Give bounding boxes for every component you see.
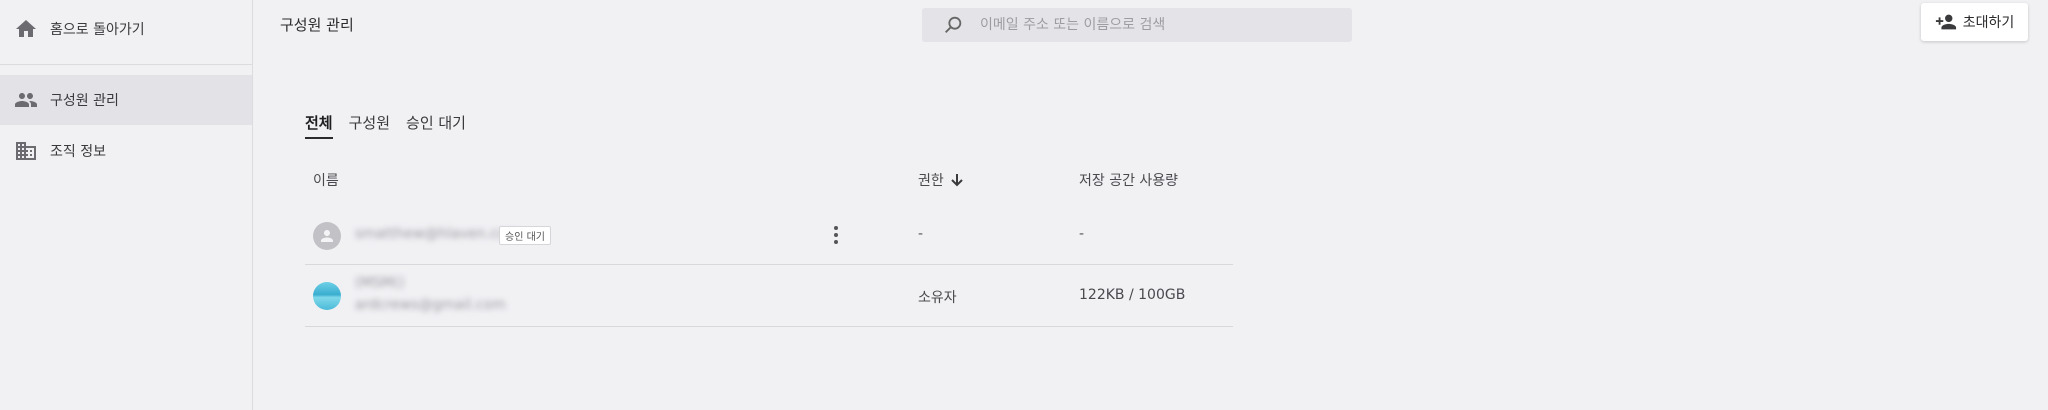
column-header-name: 이름 xyxy=(313,173,339,189)
tab-all[interactable]: 전체 xyxy=(305,112,333,139)
tab-pending[interactable]: 승인 대기 xyxy=(406,112,466,139)
column-header-role[interactable]: 권한 xyxy=(918,170,964,190)
arrow-down-icon xyxy=(951,174,963,187)
member-role: - xyxy=(918,226,924,242)
member-email: smatthew@hlaven.com xyxy=(355,226,520,242)
building-icon xyxy=(16,142,36,160)
home-icon xyxy=(16,20,36,37)
tab-members[interactable]: 구성원 xyxy=(349,112,390,139)
column-header-role-label: 권한 xyxy=(918,173,944,189)
more-options-icon[interactable] xyxy=(826,223,846,247)
status-badge: 승인 대기 xyxy=(499,226,551,245)
sidebar-item-members[interactable]: 구성원 관리 xyxy=(0,75,252,125)
app-root: 홈으로 돌아가기 구성원 관리 조직 정보 구성원 관리 초대하기 전체 구성원… xyxy=(0,0,2048,410)
column-header-storage: 저장 공간 사용량 xyxy=(1079,173,1179,189)
avatar xyxy=(313,282,341,310)
avatar xyxy=(313,222,341,250)
home-link-label: 홈으로 돌아가기 xyxy=(50,22,145,38)
sidebar-item-org-info[interactable]: 조직 정보 xyxy=(0,126,252,176)
search-icon xyxy=(945,16,962,33)
member-role: 소유자 xyxy=(918,290,957,306)
search-input[interactable] xyxy=(980,17,1340,33)
home-link[interactable]: 홈으로 돌아가기 xyxy=(0,4,252,54)
invite-button-label: 초대하기 xyxy=(1962,15,2015,31)
member-email: ardcrews@gmail.com xyxy=(355,297,506,313)
page-title: 구성원 관리 xyxy=(280,16,354,34)
people-icon xyxy=(15,93,37,107)
table-row[interactable]: smatthew@hlaven.com 승인 대기 - - xyxy=(305,205,1233,265)
person-icon xyxy=(321,230,333,242)
invite-button[interactable]: 초대하기 xyxy=(1921,3,2028,41)
member-name: (MSM() xyxy=(355,275,405,291)
sidebar-divider xyxy=(0,64,252,65)
search-bar[interactable] xyxy=(922,8,1352,42)
member-storage: - xyxy=(1079,226,1085,242)
sidebar-item-label: 구성원 관리 xyxy=(50,93,119,109)
member-storage: 122KB / 100GB xyxy=(1079,287,1186,303)
person-add-icon xyxy=(1935,14,1956,30)
filter-tabs: 전체 구성원 승인 대기 xyxy=(305,112,466,139)
sidebar: 홈으로 돌아가기 구성원 관리 조직 정보 xyxy=(0,0,253,410)
table-row[interactable]: (MSM() ardcrews@gmail.com 소유자 122KB / 10… xyxy=(305,265,1233,327)
sidebar-item-label: 조직 정보 xyxy=(50,144,106,160)
